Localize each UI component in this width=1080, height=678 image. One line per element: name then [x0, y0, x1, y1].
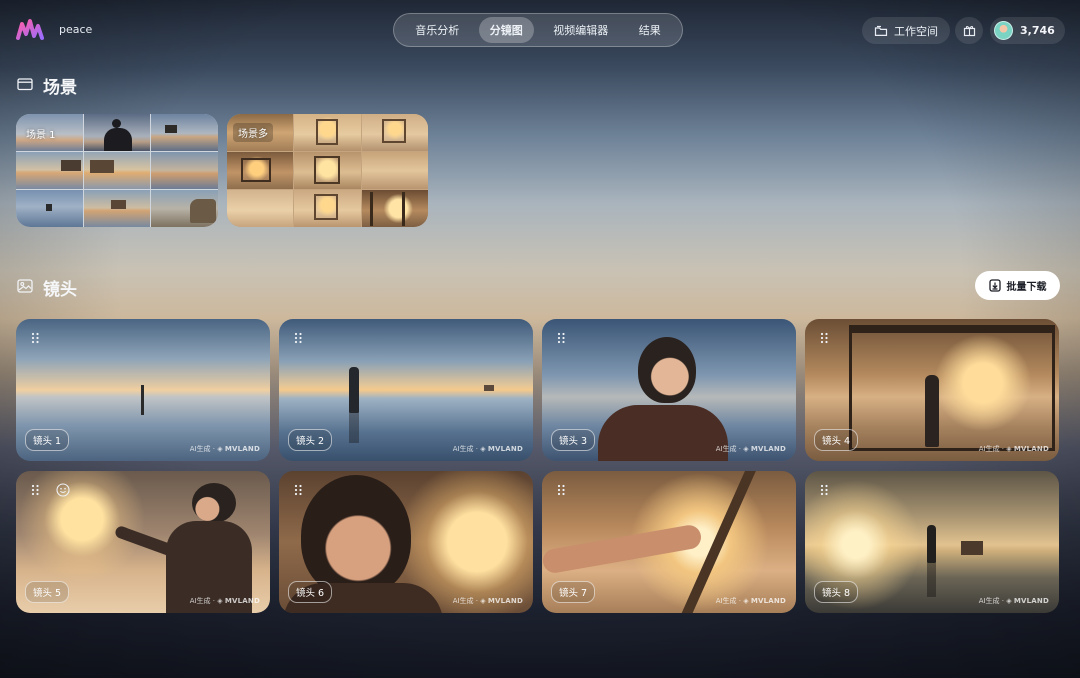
- shot-card-3[interactable]: 镜头 3 AI生成 · ◈ MVLAND: [542, 319, 796, 461]
- shot-label: 镜头 3: [551, 429, 596, 451]
- batch-download-button[interactable]: 批量下载: [975, 271, 1060, 300]
- watermark: AI生成 · ◈ MVLAND: [978, 597, 1049, 605]
- person-body: [598, 405, 728, 461]
- shot-card-2[interactable]: 镜头 2 AI生成 · ◈ MVLAND: [279, 319, 533, 461]
- shot-label: 镜头 4: [814, 429, 859, 451]
- shot-label: 镜头 2: [288, 429, 333, 451]
- scene-thumb: [294, 114, 361, 151]
- scene-thumb: [294, 152, 361, 189]
- watermark: AI生成 · ◈ MVLAND: [452, 445, 523, 453]
- glass-box-frame: [849, 325, 1055, 451]
- watermark: AI生成 · ◈ MVLAND: [189, 445, 260, 453]
- download-icon: [988, 279, 1001, 292]
- figure: [925, 375, 939, 447]
- credits-badge[interactable]: 3,746: [990, 17, 1065, 44]
- scene-label: 场景 1: [26, 130, 56, 141]
- credits-count: 3,746: [1020, 24, 1055, 37]
- scene-thumb: [151, 114, 218, 151]
- folder-icon: [874, 25, 888, 36]
- distant-box: [961, 541, 983, 555]
- figure: [927, 525, 936, 563]
- shot-label: 镜头 6: [288, 581, 333, 603]
- drag-handle-icon[interactable]: [820, 484, 829, 496]
- image-icon: [17, 279, 33, 293]
- tab-music-analysis[interactable]: 音乐分析: [404, 17, 470, 43]
- watermark: AI生成 · ◈ MVLAND: [452, 597, 523, 605]
- scene-card-1[interactable]: 场景 1: [16, 114, 218, 227]
- shot-card-8[interactable]: 镜头 8 AI生成 · ◈ MVLAND: [805, 471, 1059, 613]
- scene-thumb: [83, 114, 151, 151]
- drag-handle-icon[interactable]: [820, 332, 829, 344]
- gift-button[interactable]: [955, 17, 983, 44]
- watermark: AI生成 · ◈ MVLAND: [978, 445, 1049, 453]
- scene-card-2[interactable]: 场景多: [227, 114, 428, 227]
- shot-card-1[interactable]: 镜头 1 AI生成 · ◈ MVLAND: [16, 319, 270, 461]
- drag-handle-icon[interactable]: [31, 484, 40, 496]
- tab-video-editor[interactable]: 视频编辑器: [542, 17, 619, 43]
- person-head: [192, 483, 236, 523]
- scene-thumb: [361, 190, 428, 227]
- shot-card-6[interactable]: 镜头 6 AI生成 · ◈ MVLAND: [279, 471, 533, 613]
- shot-label: 镜头 7: [551, 581, 596, 603]
- shots-title: 镜头: [43, 280, 77, 300]
- watermark: AI生成 · ◈ MVLAND: [715, 445, 786, 453]
- scene-thumb: [361, 152, 428, 189]
- person-head: [301, 475, 411, 597]
- drag-handle-icon[interactable]: [294, 484, 303, 496]
- shot-label: 镜头 1: [25, 429, 70, 451]
- main-nav: 音乐分析 分镜图 视频编辑器 结果: [393, 13, 683, 47]
- smile-icon[interactable]: [56, 483, 70, 497]
- brand-name: peace: [59, 23, 93, 36]
- figure: [141, 385, 144, 415]
- scene-thumb: [361, 114, 428, 151]
- distant-box: [484, 385, 494, 391]
- clapperboard-icon: [17, 78, 33, 91]
- figure: [349, 367, 359, 413]
- shot-card-5[interactable]: 镜头 5 AI生成 · ◈ MVLAND: [16, 471, 270, 613]
- drag-handle-icon[interactable]: [557, 332, 566, 344]
- avatar[interactable]: [994, 21, 1013, 40]
- drag-handle-icon[interactable]: [31, 332, 40, 344]
- scene-label: 场景多: [233, 123, 273, 142]
- scene-thumb: [151, 190, 218, 227]
- scene-thumb: [16, 190, 83, 227]
- scenes-title: 场景: [43, 78, 77, 98]
- watermark: AI生成 · ◈ MVLAND: [189, 597, 260, 605]
- workspace-button[interactable]: 工作空间: [862, 17, 950, 44]
- scene-thumb: [294, 190, 361, 227]
- figure-reflection: [927, 563, 936, 597]
- scene-thumb: [16, 152, 83, 189]
- brand-logo-icon[interactable]: [16, 18, 46, 42]
- person-head: [638, 337, 696, 403]
- tab-result[interactable]: 结果: [628, 17, 672, 43]
- figure-reflection: [349, 413, 359, 443]
- scene-thumb: [83, 152, 151, 189]
- drag-handle-icon[interactable]: [294, 332, 303, 344]
- shot-label: 镜头 8: [814, 581, 859, 603]
- batch-download-label: 批量下载: [1006, 282, 1047, 293]
- tab-storyboard[interactable]: 分镜图: [478, 17, 534, 43]
- drag-handle-icon[interactable]: [557, 484, 566, 496]
- scene-thumb: [151, 152, 218, 189]
- scene-thumb: [227, 190, 294, 227]
- shot-card-4[interactable]: 镜头 4 AI生成 · ◈ MVLAND: [805, 319, 1059, 461]
- gift-icon: [963, 26, 975, 37]
- shot-label: 镜头 5: [25, 581, 70, 603]
- scene-thumb: [83, 190, 151, 227]
- workspace-label: 工作空间: [894, 24, 938, 38]
- scene-thumb: [227, 152, 294, 189]
- watermark: AI生成 · ◈ MVLAND: [715, 597, 786, 605]
- shot-card-7[interactable]: 镜头 7 AI生成 · ◈ MVLAND: [542, 471, 796, 613]
